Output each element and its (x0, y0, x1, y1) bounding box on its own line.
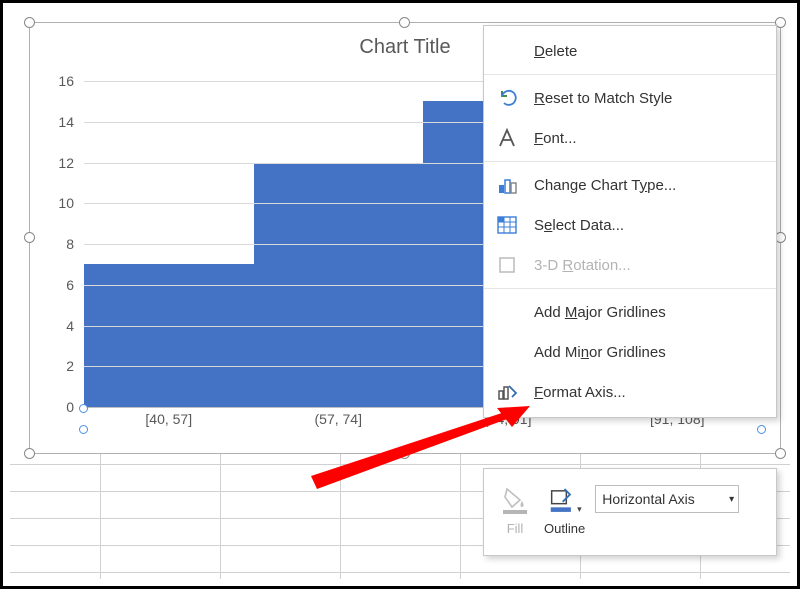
histogram-bar[interactable] (84, 264, 254, 407)
menu-item-label: Add Major Gridlines (534, 304, 666, 321)
menu-item-label: Format Axis... (534, 384, 626, 401)
y-tick-label: 2 (66, 358, 74, 374)
y-tick-label: 10 (58, 195, 74, 211)
blank-icon (494, 299, 520, 325)
menu-item-reset-to-match-style[interactable]: Reset to Match Style (484, 78, 776, 118)
y-tick-label: 4 (66, 318, 74, 334)
menu-item-label: Add Minor Gridlines (534, 344, 666, 361)
blank-icon (494, 339, 520, 365)
menu-item-change-chart-type[interactable]: Change Chart Type... (484, 165, 776, 205)
chevron-down-icon: ▾ (577, 504, 582, 515)
select-data-icon (494, 212, 520, 238)
axis-selection-dot[interactable] (79, 425, 88, 434)
y-axis[interactable]: 0246810121416 (44, 81, 82, 431)
chart-element-select[interactable]: Horizontal Axis ▾ (595, 485, 739, 513)
resize-handle[interactable] (775, 448, 786, 459)
menu-separator (484, 288, 776, 289)
menu-item-label: Select Data... (534, 217, 624, 234)
menu-item-add-minor-gridlines[interactable]: Add Minor Gridlines (484, 332, 776, 372)
select-value: Horizontal Axis (602, 491, 695, 507)
outline-label: Outline (544, 521, 585, 536)
rotation-icon (494, 252, 520, 278)
y-tick-label: 8 (66, 236, 74, 252)
fill-tool: Fill (498, 479, 532, 536)
fill-label: Fill (507, 521, 524, 536)
axis-selection-dot[interactable] (79, 404, 88, 413)
resize-handle[interactable] (399, 17, 410, 28)
menu-item-label: Font... (534, 130, 577, 147)
menu-item-font[interactable]: Font... (484, 118, 776, 158)
menu-item-delete[interactable]: Delete (484, 31, 776, 71)
y-tick-label: 16 (58, 73, 74, 89)
chart-type-icon (494, 172, 520, 198)
blank-icon (494, 38, 520, 64)
context-menu: Delete Reset to Match Style Font... Change … (483, 25, 777, 418)
menu-item-label: Delete (534, 43, 577, 60)
resize-handle[interactable] (24, 232, 35, 243)
y-tick-label: 6 (66, 277, 74, 293)
y-tick-label: 12 (58, 155, 74, 171)
menu-separator (484, 161, 776, 162)
resize-handle[interactable] (24, 448, 35, 459)
outline-icon: ▾ (548, 479, 582, 515)
menu-item-label: Change Chart Type... (534, 177, 676, 194)
format-axis-icon (494, 379, 520, 405)
menu-item-select-data[interactable]: Select Data... (484, 205, 776, 245)
fill-icon (498, 479, 532, 515)
outline-tool[interactable]: ▾ Outline (544, 479, 585, 536)
axis-selection-dot[interactable] (757, 425, 766, 434)
resize-handle[interactable] (24, 17, 35, 28)
menu-separator (484, 74, 776, 75)
y-tick-label: 14 (58, 114, 74, 130)
menu-item-add-major-gridlines[interactable]: Add Major Gridlines (484, 292, 776, 332)
menu-item-label: 3-D Rotation... (534, 257, 631, 274)
chevron-down-icon: ▾ (729, 494, 734, 505)
reset-icon (494, 85, 520, 111)
x-tick-label: [40, 57] (145, 411, 192, 427)
menu-item-format-axis[interactable]: Format Axis... (484, 372, 776, 412)
menu-item-3-d-rotation: 3-D Rotation... (484, 245, 776, 285)
x-tick-label: (57, 74] (315, 411, 362, 427)
resize-handle[interactable] (399, 448, 410, 459)
font-icon (494, 125, 520, 151)
menu-item-label: Reset to Match Style (534, 90, 672, 107)
y-tick-label: 0 (66, 399, 74, 415)
mini-toolbar: Fill ▾ Outline Horizontal Axis ▾ (483, 468, 777, 556)
